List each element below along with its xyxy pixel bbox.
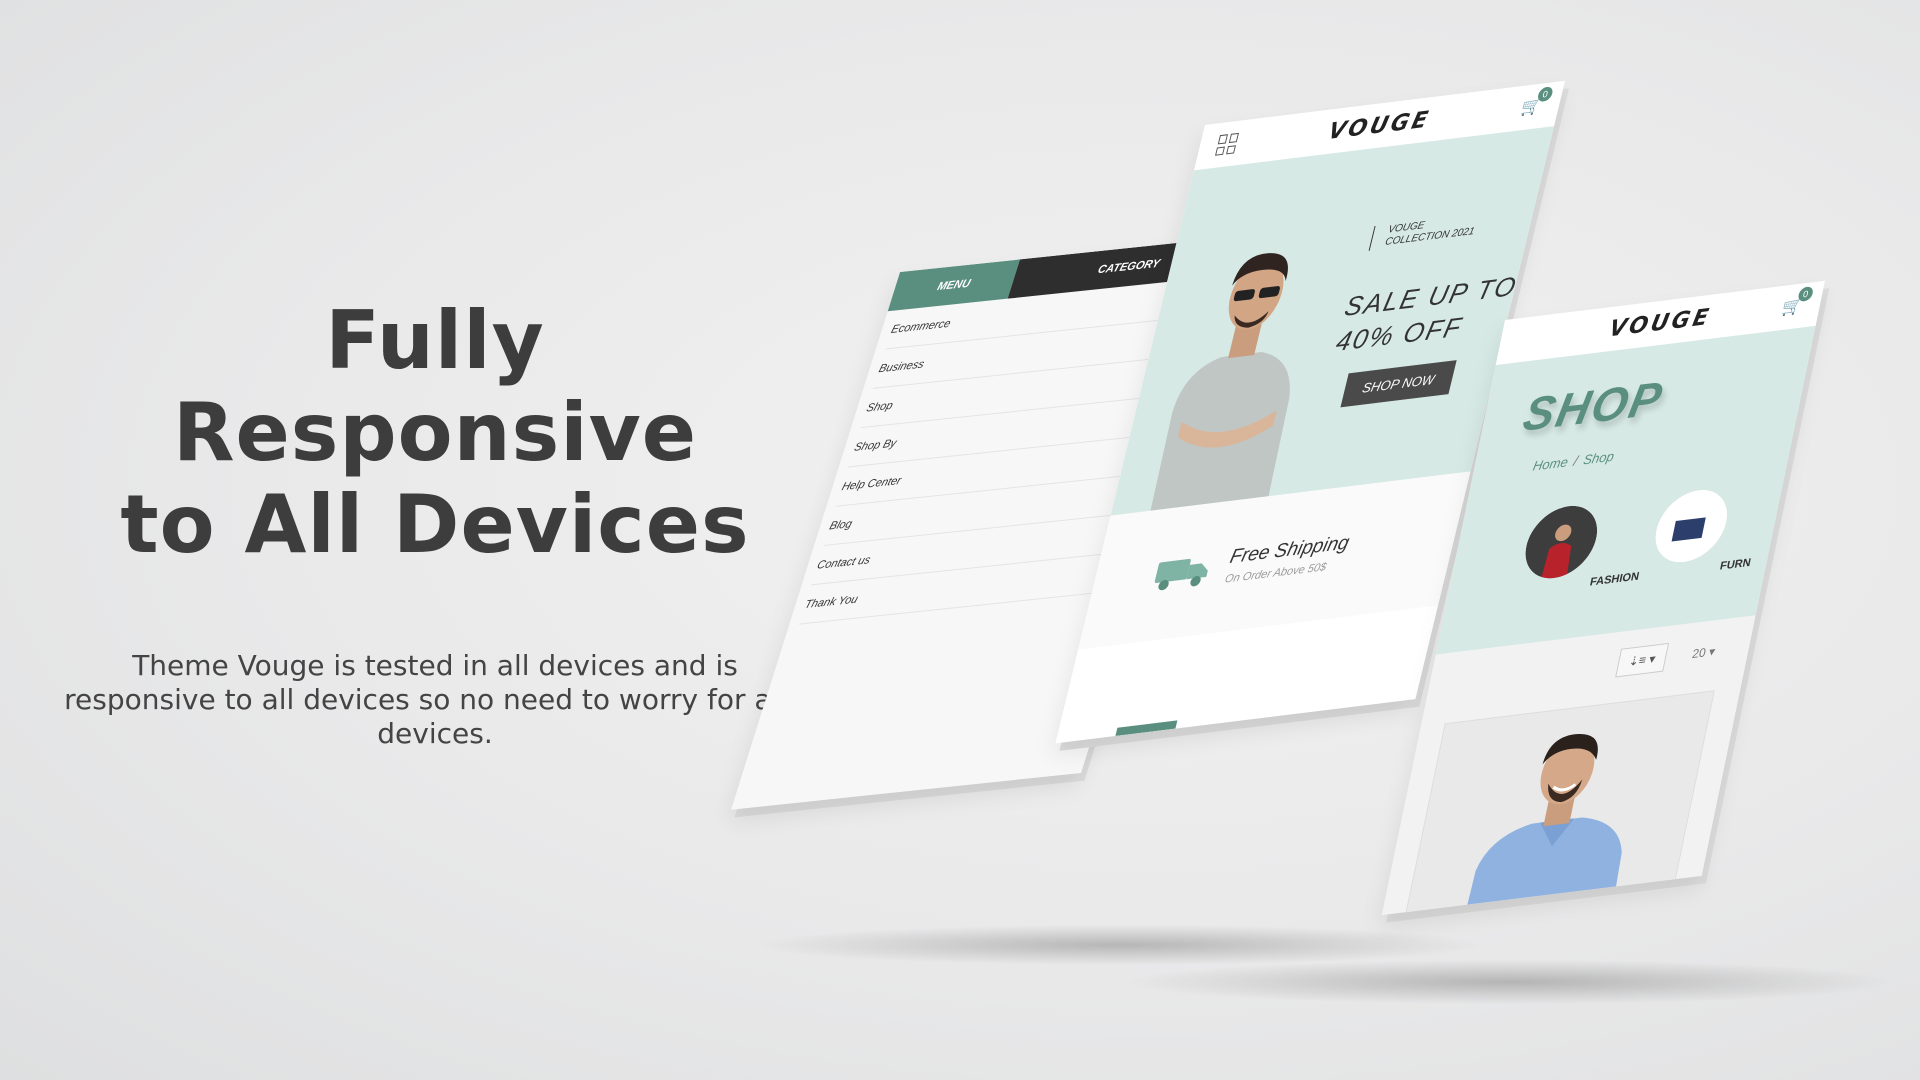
breadcrumb-home[interactable]: Home [1532, 454, 1570, 474]
breadcrumb: Home / Shop [1532, 448, 1616, 473]
product-card[interactable] [1401, 690, 1715, 916]
category-label: FURN [1718, 556, 1752, 573]
headline-line2: to All Devices [120, 478, 750, 571]
breadcrumb-shop: Shop [1581, 448, 1616, 468]
sale-headline: SALE UP TO 40% OFF [1333, 268, 1525, 360]
menu-item-label: Business [877, 357, 926, 375]
headline: Fully Responsive to All Devices [60, 295, 810, 571]
accent-strip [1115, 720, 1178, 737]
collection-label: VOUGE COLLECTION 2021 [1368, 213, 1479, 251]
device-shadow-right [1130, 960, 1890, 1004]
sort-dropdown[interactable]: ⇣≡ ▾ [1615, 642, 1670, 678]
menu-item-label: Blog [827, 517, 854, 533]
cart-count-badge: 0 [1536, 86, 1555, 103]
cart-count-badge: 0 [1797, 286, 1815, 303]
product-image [1403, 691, 1715, 916]
shop-hero-banner: SHOP Home / Shop FASHION FURN [1435, 325, 1816, 655]
logo[interactable]: VOUGE [1326, 106, 1434, 144]
menu-item-label: Shop [864, 399, 895, 415]
cart-icon[interactable]: 🛒 0 [1780, 286, 1815, 318]
cart-icon[interactable]: 🛒 0 [1519, 86, 1555, 118]
hero-description: Theme Vouge is tested in all devices and… [64, 649, 806, 750]
hero-text-block: Fully Responsive to All Devices Theme Vo… [60, 295, 810, 751]
category-fashion[interactable]: FASHION [1516, 495, 1656, 597]
shipping-text: Free Shipping On Order Above 50$ [1224, 532, 1352, 586]
shop-title: SHOP [1518, 370, 1669, 442]
category-label: FASHION [1588, 570, 1641, 589]
breadcrumb-separator: / [1572, 452, 1580, 469]
logo[interactable]: VOUGE [1607, 304, 1714, 342]
menu-item-label: Thank You [803, 592, 860, 611]
furniture-thumbnail [1655, 489, 1728, 563]
menu-item-label: Contact us [815, 553, 873, 572]
per-page-dropdown[interactable]: 20 ▾ [1691, 644, 1717, 661]
grid-icon[interactable] [1215, 132, 1240, 156]
menu-item-label: Shop By [852, 436, 899, 454]
shop-now-button[interactable]: SHOP NOW [1340, 360, 1457, 408]
menu-item-label: Help Center [840, 474, 903, 493]
truck-icon [1154, 558, 1208, 591]
fashion-thumbnail [1525, 505, 1598, 580]
headline-line1: Fully Responsive [172, 294, 698, 479]
category-furniture[interactable]: FURN [1646, 482, 1768, 582]
menu-item-label: Ecommerce [889, 317, 953, 336]
device-shadow-left [760, 925, 1480, 965]
